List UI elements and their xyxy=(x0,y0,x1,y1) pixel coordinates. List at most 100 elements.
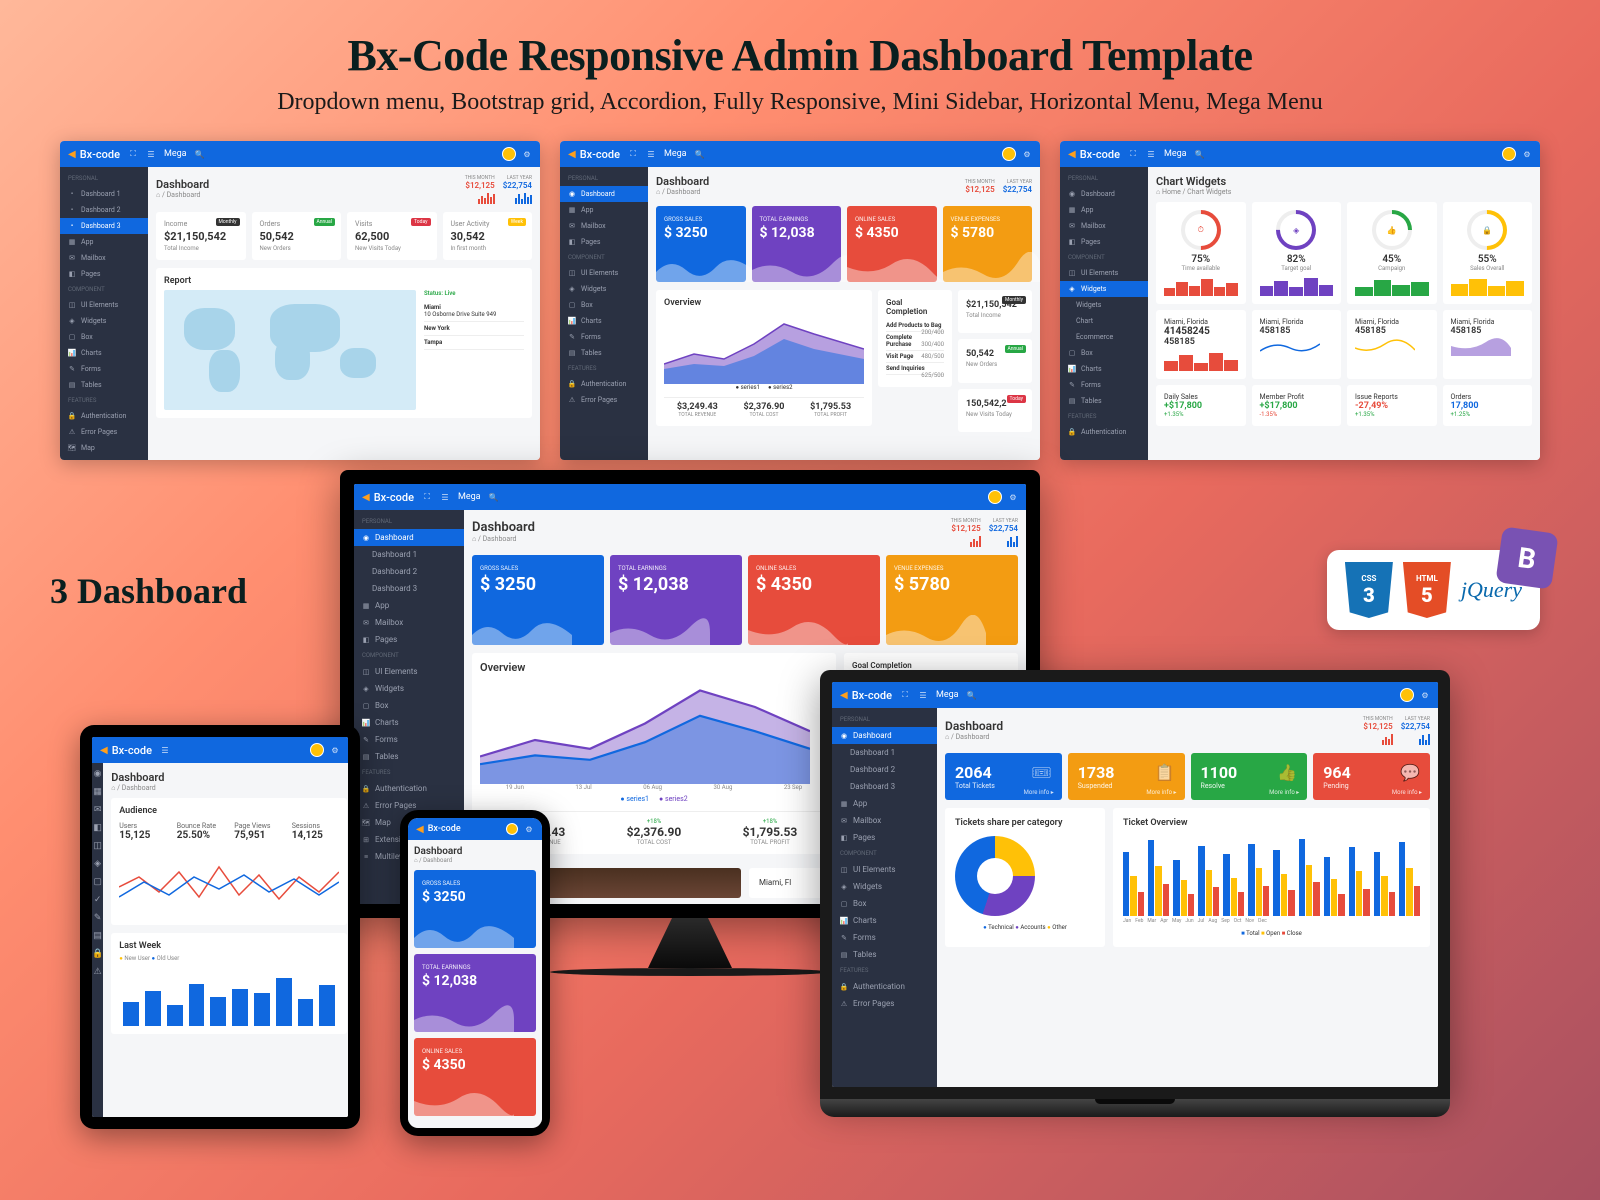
mega-menu[interactable]: Mega xyxy=(936,690,959,700)
nav-widgets[interactable]: ◈Widgets xyxy=(354,680,464,697)
brand[interactable]: Bx-code xyxy=(1068,148,1120,161)
nav-charts[interactable]: 📊Charts xyxy=(1060,361,1148,377)
settings-icon[interactable]: ⚙ xyxy=(1522,149,1532,159)
nav-auth[interactable]: 🔒Authentication xyxy=(560,376,648,392)
nav-d2[interactable]: Dashboard 2 xyxy=(832,761,937,778)
city-miami[interactable]: Miami10 Osborne Drive Suite 949 xyxy=(424,301,524,322)
nav-uielements[interactable]: ◫UI Elements xyxy=(560,265,648,281)
menu-icon[interactable]: ☰ xyxy=(146,149,156,159)
brand[interactable]: Bx-code xyxy=(68,148,120,161)
nav-d2[interactable]: Dashboard 2 xyxy=(354,563,464,580)
nav-charts[interactable]: 📊Charts xyxy=(832,912,937,929)
nav-forms[interactable]: ✎Forms xyxy=(60,361,148,377)
nav-forms[interactable]: ✎Forms xyxy=(354,731,464,748)
nav-charts[interactable]: 📊Charts xyxy=(560,313,648,329)
ticket-suspended[interactable]: 1738Suspended📋More info ▸ xyxy=(1068,753,1185,800)
settings-icon[interactable]: ⚙ xyxy=(1008,492,1018,502)
nav-sub-widgets[interactable]: Widgets xyxy=(1060,297,1148,313)
fullscreen-icon[interactable]: ⛶ xyxy=(1128,149,1138,159)
nav-mailbox[interactable]: ✉Mailbox xyxy=(354,614,464,631)
nav-forms[interactable]: ✎Forms xyxy=(832,929,937,946)
nav-box[interactable]: ▢Box xyxy=(560,297,648,313)
menu-icon[interactable]: ☰ xyxy=(646,149,656,159)
mega-menu[interactable]: Mega xyxy=(664,149,687,159)
fullscreen-icon[interactable]: ⛶ xyxy=(422,492,432,502)
nav-errors[interactable]: ⚠Error Pages xyxy=(560,392,648,408)
nav-d1[interactable]: Dashboard 1 xyxy=(354,546,464,563)
ticket-resolve[interactable]: 1100Resolve👍More info ▸ xyxy=(1191,753,1308,800)
menu-icon[interactable]: ☰ xyxy=(160,745,170,755)
nav-charts[interactable]: 📊Charts xyxy=(60,345,148,361)
nav-dashboard[interactable]: ◉Dashboard xyxy=(560,186,648,202)
nav-app[interactable]: ▦App xyxy=(60,234,148,250)
nav-box[interactable]: ▢Box xyxy=(60,329,148,345)
nav-mailbox[interactable]: ✉Mailbox xyxy=(60,250,148,266)
ticket-pending[interactable]: 964Pending💬More info ▸ xyxy=(1313,753,1430,800)
nav-mailbox[interactable]: ✉Mailbox xyxy=(560,218,648,234)
nav-auth[interactable]: 🔒Authentication xyxy=(1060,424,1148,440)
nav-pages[interactable]: ◧Pages xyxy=(1060,234,1148,250)
nav-tables[interactable]: ▤Tables xyxy=(60,377,148,393)
nav-uielements[interactable]: ◫UI Elements xyxy=(60,297,148,313)
brand[interactable]: Bx-code xyxy=(100,744,152,757)
nav-tables-icon[interactable]: ▤ xyxy=(93,931,102,941)
nav-widgets[interactable]: ◈Widgets xyxy=(1060,281,1148,297)
brand[interactable]: Bx-code xyxy=(362,491,414,504)
nav-forms[interactable]: ✎Forms xyxy=(1060,377,1148,393)
avatar[interactable] xyxy=(1502,147,1516,161)
nav-d1[interactable]: Dashboard 1 xyxy=(832,744,937,761)
nav-widgets-icon[interactable]: ◈ xyxy=(94,859,101,869)
nav-tables[interactable]: ▤Tables xyxy=(1060,393,1148,409)
nav-auth-icon[interactable]: 🔒 xyxy=(92,949,103,959)
nav-errors[interactable]: ⚠Error Pages xyxy=(832,995,937,1012)
nav-box[interactable]: ▢Box xyxy=(832,895,937,912)
nav-auth[interactable]: 🔒Authentication xyxy=(60,408,148,424)
nav-d3[interactable]: Dashboard 3 xyxy=(354,580,464,597)
nav-widgets[interactable]: ◈Widgets xyxy=(832,878,937,895)
menu-icon[interactable]: ☰ xyxy=(1146,149,1156,159)
search-icon[interactable]: 🔍 xyxy=(967,690,977,700)
nav-app[interactable]: ▦App xyxy=(832,795,937,812)
nav-dashboard[interactable]: ◉Dashboard xyxy=(1060,186,1148,202)
city-tampa[interactable]: Tampa xyxy=(424,336,524,350)
nav-forms-icon[interactable]: ✎ xyxy=(94,913,102,923)
nav-widgets[interactable]: ◈Widgets xyxy=(60,313,148,329)
nav-auth[interactable]: 🔒Authentication xyxy=(354,780,464,797)
nav-tables[interactable]: ▤Tables xyxy=(354,748,464,765)
avatar[interactable] xyxy=(1002,147,1016,161)
avatar[interactable] xyxy=(310,743,324,757)
nav-app[interactable]: ▦App xyxy=(560,202,648,218)
nav-uielements[interactable]: ◫UI Elements xyxy=(832,861,937,878)
nav-app[interactable]: ▦App xyxy=(354,597,464,614)
nav-app-icon[interactable]: ▦ xyxy=(93,787,102,797)
nav-pages[interactable]: ◧Pages xyxy=(354,631,464,648)
nav-dash-icon[interactable]: ◉ xyxy=(94,769,102,779)
mega-menu[interactable]: Mega xyxy=(164,149,187,159)
nav-tables[interactable]: ▤Tables xyxy=(832,946,937,963)
nav-mailbox[interactable]: ✉Mailbox xyxy=(832,812,937,829)
menu-icon[interactable]: ☰ xyxy=(918,690,928,700)
brand[interactable]: Bx-code xyxy=(416,824,461,835)
nav-dashboard2[interactable]: •Dashboard 2 xyxy=(60,202,148,218)
nav-pages[interactable]: ◧Pages xyxy=(60,266,148,282)
brand[interactable]: Bx-code xyxy=(568,148,620,161)
avatar[interactable] xyxy=(506,823,518,835)
avatar[interactable] xyxy=(1400,688,1414,702)
avatar[interactable] xyxy=(988,490,1002,504)
nav-dashboard1[interactable]: •Dashboard 1 xyxy=(60,186,148,202)
nav-charts[interactable]: 📊Charts xyxy=(354,714,464,731)
nav-mailbox[interactable]: ✉Mailbox xyxy=(1060,218,1148,234)
nav-pages-icon[interactable]: ◧ xyxy=(93,823,102,833)
nav-box-icon[interactable]: ▢ xyxy=(93,877,102,887)
nav-error-icon[interactable]: ⚠ xyxy=(94,967,102,977)
nav-errors[interactable]: ⚠Error Pages xyxy=(60,424,148,440)
search-icon[interactable]: 🔍 xyxy=(695,149,705,159)
nav-box[interactable]: ▢Box xyxy=(1060,345,1148,361)
search-icon[interactable]: 🔍 xyxy=(489,492,499,502)
ticket-total[interactable]: 2064Total Tickets🎟More info ▸ xyxy=(945,753,1062,800)
nav-map[interactable]: 🗺Map xyxy=(60,440,148,456)
search-icon[interactable]: 🔍 xyxy=(195,149,205,159)
nav-uielements[interactable]: ◫UI Elements xyxy=(1060,265,1148,281)
menu-icon[interactable]: ☰ xyxy=(440,492,450,502)
nav-pages[interactable]: ◧Pages xyxy=(560,234,648,250)
